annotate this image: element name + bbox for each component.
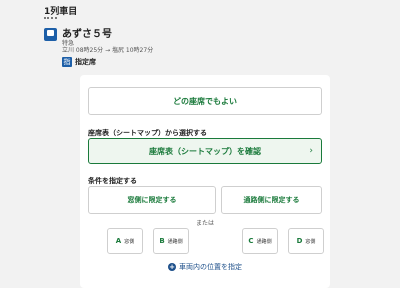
- seat-letter: C: [248, 237, 254, 245]
- car-position-link-label: 車両内の位置を指定: [179, 263, 242, 271]
- or-separator: または: [195, 220, 214, 227]
- seat-c-button[interactable]: C 通路側: [242, 228, 278, 254]
- seat-map-section-label: 座席表（シートマップ）から選択する: [88, 129, 207, 137]
- any-seat-button[interactable]: どの座席でもよい: [88, 87, 322, 115]
- plus-circle-icon: +: [168, 263, 176, 271]
- car-position-link[interactable]: + 車両内の位置を指定: [80, 262, 330, 272]
- seat-map-button-label: 座席表（シートマップ）を確認: [149, 146, 261, 156]
- seat-kind: 窓側: [305, 238, 316, 245]
- seat-kind: 通路側: [167, 238, 183, 245]
- train-icon: [44, 28, 57, 41]
- seat-kind: 窓側: [124, 238, 135, 245]
- reserved-seat-icon: 指: [62, 57, 72, 67]
- condition-section-label: 条件を指定する: [88, 177, 137, 185]
- seat-d-button[interactable]: D 窓側: [288, 228, 324, 254]
- seat-letter: D: [296, 237, 303, 245]
- window-only-button[interactable]: 窓側に限定する: [88, 186, 216, 214]
- chevron-right-icon: ›: [309, 146, 313, 156]
- seat-selection-card: どの座席でもよい 座席表（シートマップ）から選択する 座席表（シートマップ）を確…: [80, 75, 330, 288]
- aisle-only-button[interactable]: 通路側に限定する: [221, 186, 322, 214]
- seat-letter: B: [159, 237, 165, 245]
- seat-b-button[interactable]: B 通路側: [153, 228, 189, 254]
- seat-kind: 通路側: [256, 238, 272, 245]
- seat-map-button[interactable]: 座席表（シートマップ）を確認 ›: [88, 138, 322, 164]
- train-car-label: 1列車目: [44, 7, 78, 17]
- seat-letter: A: [115, 237, 122, 245]
- seat-class-label: 指定席: [75, 58, 96, 66]
- seat-a-button[interactable]: A 窓側: [107, 228, 143, 254]
- dotted-divider: [44, 17, 57, 19]
- train-time: 立川 08時25分 → 塩尻 10時27分: [62, 47, 154, 54]
